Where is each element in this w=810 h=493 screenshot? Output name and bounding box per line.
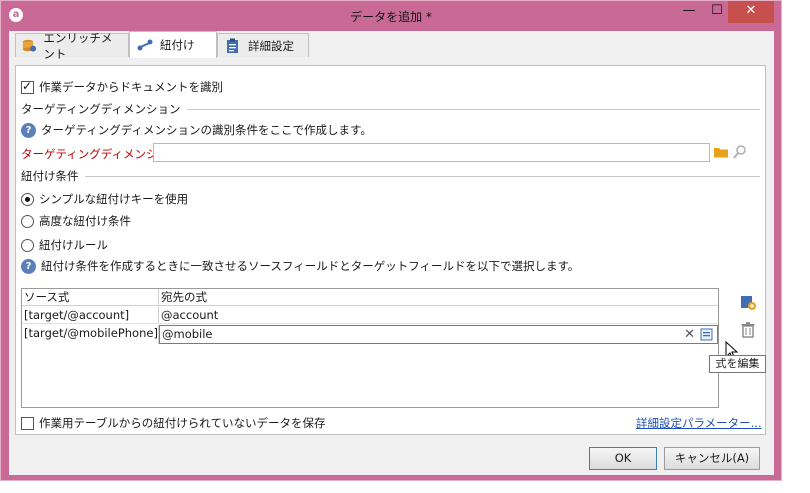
reconciliation-section-header: 紐付け条件: [21, 169, 760, 183]
radio-button[interactable]: [21, 192, 34, 206]
delete-row-icon[interactable]: [739, 321, 757, 339]
tab-reconciliation[interactable]: 紐付け: [129, 31, 217, 58]
ok-button[interactable]: OK: [589, 447, 657, 470]
clear-icon[interactable]: ✕: [684, 326, 695, 343]
keep-unreconciled-option[interactable]: 作業用テーブルからの紐付けられていないデータを保存: [21, 415, 325, 431]
targeting-help-text: ターゲティングディメンションの識別条件をここで作成します。: [41, 123, 372, 137]
radio-button[interactable]: [21, 238, 34, 252]
add-row-icon[interactable]: [739, 293, 757, 311]
radio-reconciliation-rules[interactable]: 紐付けルール: [21, 237, 108, 253]
section-divider: [186, 108, 760, 110]
table-row[interactable]: [target/@account] @account: [22, 307, 718, 324]
targeting-section-title: ターゲティングディメンション: [21, 102, 181, 116]
tab-advanced-label: 詳細設定: [248, 38, 294, 53]
magnifier-icon[interactable]: [732, 144, 748, 160]
folder-icon[interactable]: [713, 144, 729, 160]
advanced-parameters-link-row[interactable]: 詳細設定パラメーター...: [636, 415, 762, 431]
dialog-window: a データを追加 * — ☐ ✕ エンリッチメント 紐付け 詳細設定 ✓ 作業デ…: [0, 0, 782, 481]
grid-header: ソース式 宛先の式: [22, 289, 718, 306]
link-icon: [137, 39, 153, 51]
reconciliation-section-title: 紐付け条件: [21, 169, 79, 183]
radio-button[interactable]: [21, 214, 34, 228]
tab-enrichment[interactable]: エンリッチメント: [15, 31, 129, 61]
radio-advanced-condition-label: 高度な紐付け条件: [39, 214, 131, 228]
targeting-section-header: ターゲティングディメンション: [21, 102, 760, 116]
close-button[interactable]: ✕: [728, 1, 774, 23]
edit-expression-icon[interactable]: [700, 328, 713, 341]
tab-advanced[interactable]: 詳細設定: [217, 33, 309, 57]
destination-expression-cell[interactable]: @account: [159, 307, 718, 323]
reconciliation-help: ? 紐付け条件を作成するときに一致させるソースフィールドとターゲットフィールドを…: [21, 258, 579, 274]
clipboard-icon: [227, 38, 238, 53]
destination-expression-editor[interactable]: @mobile ✕: [159, 325, 718, 344]
keep-unreconciled-label: 作業用テーブルからの紐付けられていないデータを保存: [39, 416, 326, 430]
cancel-button[interactable]: キャンセル(A): [664, 447, 760, 470]
section-divider: [84, 175, 760, 177]
tab-reconciliation-label: 紐付け: [160, 38, 195, 52]
title-bar[interactable]: a データを追加 * — ☐ ✕: [1, 1, 781, 31]
column-header-source[interactable]: ソース式: [22, 289, 159, 305]
dialog-client: エンリッチメント 紐付け 詳細設定 作業データからド: [9, 31, 774, 475]
targeting-help: ? ターゲティングディメンションの識別条件をここで作成します。: [21, 122, 372, 138]
reconciliation-panel: 作業データからドキュメントを識別 ターゲティングディメンション ? ターゲティン…: [15, 65, 766, 435]
targeting-dimension-field[interactable]: [153, 143, 710, 162]
source-expression-cell[interactable]: [target/@mobilePhone]: [22, 325, 159, 344]
radio-simple-key-label: シンプルな紐付けキーを使用: [39, 192, 189, 206]
minimize-button[interactable]: —: [675, 1, 703, 23]
edit-expression-tooltip: 式を編集: [709, 355, 766, 373]
radio-reconciliation-rules-label: 紐付けルール: [39, 238, 108, 252]
keep-unreconciled-checkbox[interactable]: [21, 416, 34, 430]
window-title: データを追加 *: [350, 10, 432, 24]
table-row[interactable]: [target/@mobilePhone] @mobile ✕: [22, 325, 718, 344]
tab-enrichment-label: エンリッチメント: [43, 30, 113, 61]
column-header-destination[interactable]: 宛先の式: [159, 289, 718, 305]
identify-documents-label: 作業データからドキュメントを識別: [39, 80, 223, 94]
identify-documents-checkbox[interactable]: [21, 79, 34, 94]
identify-documents-option[interactable]: 作業データからドキュメントを識別: [21, 79, 223, 95]
help-icon: ?: [21, 122, 36, 138]
advanced-parameters-link[interactable]: 詳細設定パラメーター...: [636, 415, 762, 431]
reconciliation-help-text: 紐付け条件を作成するときに一致させるソースフィールドとターゲットフィールドを以下…: [41, 259, 580, 273]
reconciliation-grid[interactable]: ソース式 宛先の式 [target/@account] @account [ta…: [21, 288, 719, 408]
maximize-button[interactable]: ☐: [703, 1, 731, 23]
destination-expression-value: @mobile: [162, 327, 213, 341]
radio-simple-key[interactable]: シンプルな紐付けキーを使用: [21, 191, 188, 207]
radio-advanced-condition[interactable]: 高度な紐付け条件: [21, 213, 131, 229]
database-icon: [22, 39, 37, 52]
source-expression-cell[interactable]: [target/@account]: [22, 307, 159, 323]
help-icon: ?: [21, 258, 36, 274]
